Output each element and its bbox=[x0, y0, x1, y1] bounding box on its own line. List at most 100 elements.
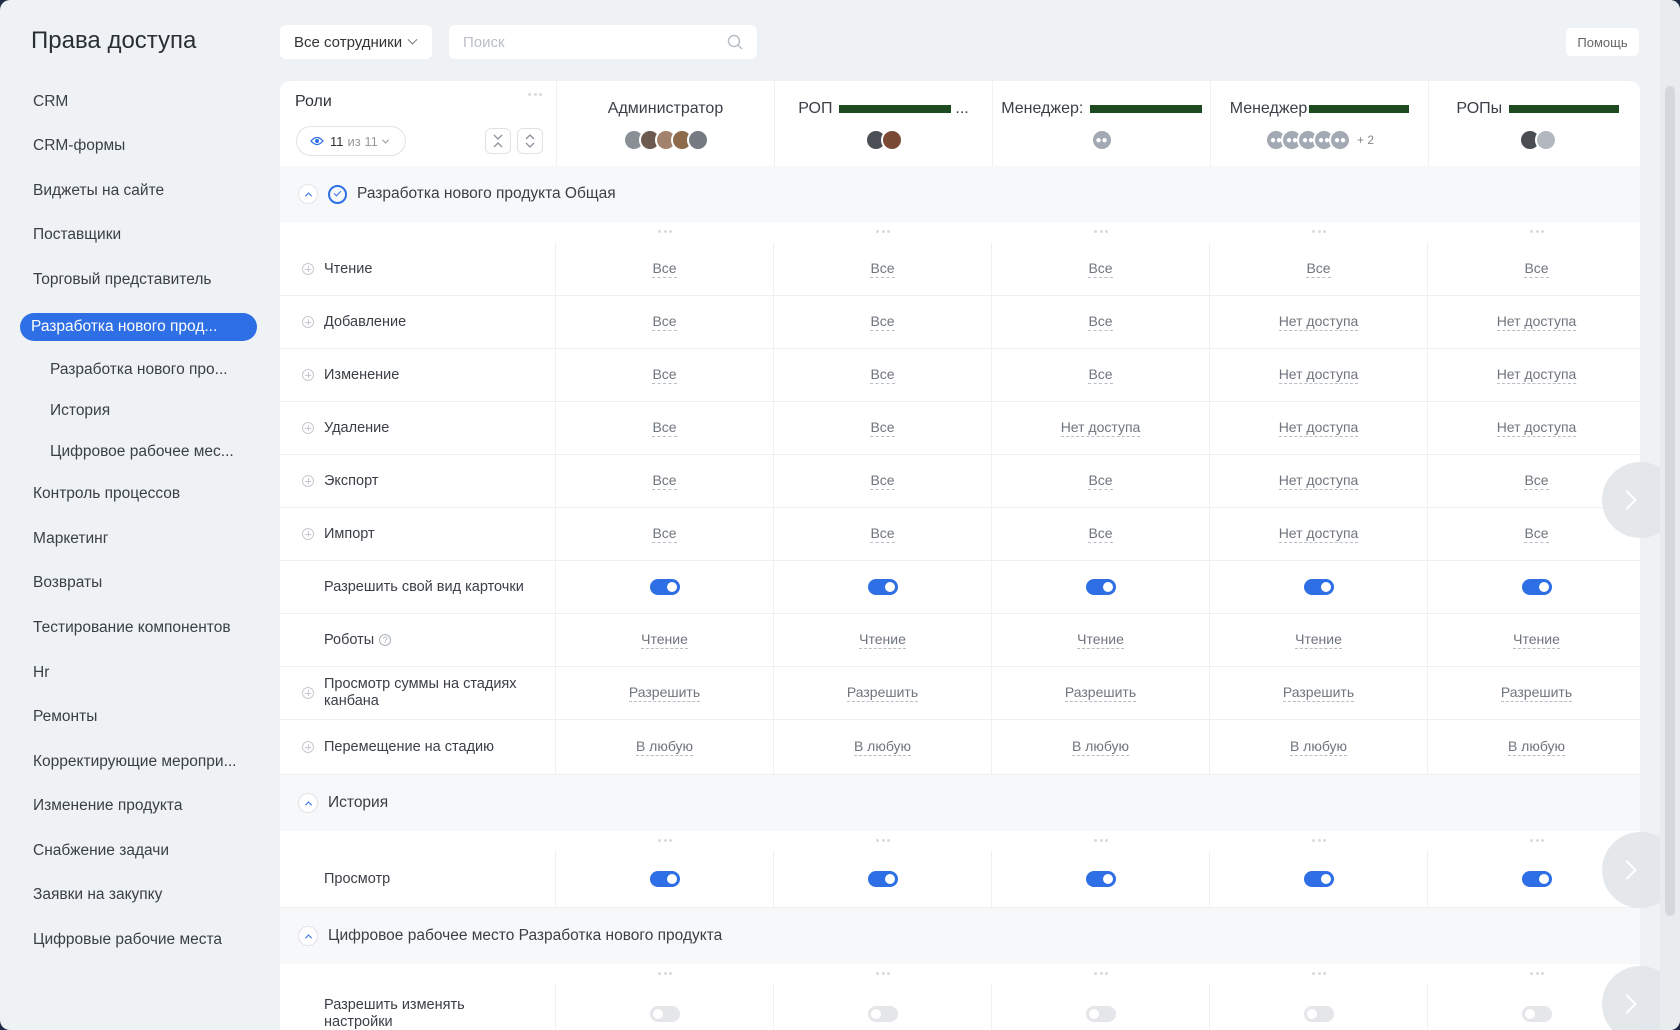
sidebar-item-widgets[interactable]: Виджеты на сайте bbox=[33, 182, 164, 200]
collapse-button[interactable] bbox=[298, 184, 318, 204]
permission-value-dropdown[interactable]: Все bbox=[870, 366, 895, 384]
drag-handle-icon[interactable] bbox=[876, 839, 890, 843]
sidebar-item-hr[interactable]: Hr bbox=[33, 664, 49, 682]
permission-value-dropdown[interactable]: Разрешить bbox=[1064, 684, 1137, 702]
scrollbar-thumb[interactable] bbox=[1665, 86, 1675, 916]
permission-value-dropdown[interactable]: Нет доступа bbox=[1278, 472, 1359, 490]
permission-value-dropdown[interactable]: Чтение bbox=[1077, 631, 1124, 649]
drag-handle-icon[interactable] bbox=[876, 230, 890, 234]
employee-filter-select[interactable]: Все сотрудники bbox=[280, 25, 432, 59]
permission-value-dropdown[interactable]: Все bbox=[1524, 472, 1549, 490]
expand-plus-icon[interactable] bbox=[302, 528, 314, 540]
expand-plus-icon[interactable] bbox=[302, 475, 314, 487]
vertical-scrollbar[interactable] bbox=[1660, 0, 1680, 1030]
permission-value-dropdown[interactable]: Все bbox=[1088, 525, 1113, 543]
permission-value-dropdown[interactable]: Разрешить bbox=[1500, 684, 1573, 702]
permission-value-dropdown[interactable]: Все bbox=[652, 419, 677, 437]
drag-handle-icon[interactable] bbox=[1094, 839, 1108, 843]
permission-value-dropdown[interactable]: В любую bbox=[1507, 738, 1566, 756]
permission-toggle[interactable] bbox=[1303, 871, 1334, 887]
permission-value-dropdown[interactable]: Разрешить bbox=[1282, 684, 1355, 702]
help-button[interactable]: Помощь bbox=[1566, 28, 1639, 56]
permission-value-dropdown[interactable]: Чтение bbox=[1513, 631, 1560, 649]
permission-value-dropdown[interactable]: В любую bbox=[1071, 738, 1130, 756]
role-column-rops[interactable]: РОПы bbox=[1428, 81, 1640, 166]
permission-toggle[interactable] bbox=[1085, 1005, 1116, 1022]
group-icon[interactable]: ●● bbox=[1090, 129, 1113, 151]
permission-toggle[interactable] bbox=[1303, 1005, 1334, 1022]
drag-handle-icon[interactable] bbox=[1094, 230, 1108, 234]
permission-value-dropdown[interactable]: Чтение bbox=[641, 631, 688, 649]
permission-value-dropdown[interactable]: Нет доступа bbox=[1496, 313, 1577, 331]
sidebar-item-process-control[interactable]: Контроль процессов bbox=[33, 485, 180, 503]
drag-handle-icon[interactable] bbox=[658, 972, 672, 976]
permission-value-dropdown[interactable]: Все bbox=[1524, 260, 1549, 278]
permission-value-dropdown[interactable]: Все bbox=[870, 472, 895, 490]
expand-plus-icon[interactable] bbox=[302, 369, 314, 381]
sidebar-item-crm-forms[interactable]: CRM-формы bbox=[33, 137, 125, 155]
permission-toggle[interactable] bbox=[649, 871, 680, 887]
expand-plus-icon[interactable] bbox=[302, 687, 314, 699]
section-header[interactable]: Разработка нового продукта Общая bbox=[280, 166, 1640, 222]
permission-toggle[interactable] bbox=[649, 579, 680, 595]
help-icon[interactable]: ? bbox=[379, 634, 392, 646]
permission-value-dropdown[interactable]: Нет доступа bbox=[1278, 525, 1359, 543]
expand-plus-icon[interactable] bbox=[302, 422, 314, 434]
permission-value-dropdown[interactable]: Все bbox=[1306, 260, 1331, 278]
permission-value-dropdown[interactable]: Разрешить bbox=[628, 684, 701, 702]
permission-toggle[interactable] bbox=[649, 1005, 680, 1022]
sidebar-item-marketing[interactable]: Маркетинг bbox=[33, 530, 108, 548]
drag-handle-icon[interactable] bbox=[658, 230, 672, 234]
permission-toggle[interactable] bbox=[867, 579, 898, 595]
permission-value-dropdown[interactable]: Все bbox=[1088, 366, 1113, 384]
permission-toggle[interactable] bbox=[1303, 579, 1334, 595]
permission-value-dropdown[interactable]: Чтение bbox=[859, 631, 906, 649]
avatar[interactable] bbox=[880, 129, 903, 151]
permission-value-dropdown[interactable]: Все bbox=[870, 313, 895, 331]
permission-toggle[interactable] bbox=[1085, 871, 1116, 887]
permission-value-dropdown[interactable]: Нет доступа bbox=[1060, 419, 1141, 437]
permission-value-dropdown[interactable]: Чтение bbox=[1295, 631, 1342, 649]
permission-value-dropdown[interactable]: Все bbox=[652, 525, 677, 543]
group-icon[interactable]: ●● bbox=[1328, 129, 1351, 151]
drag-handle-icon[interactable] bbox=[1530, 839, 1544, 843]
permission-value-dropdown[interactable]: Все bbox=[870, 525, 895, 543]
sidebar-item-component-testing[interactable]: Тестирование компонентов bbox=[33, 619, 231, 637]
avatar[interactable] bbox=[1534, 129, 1557, 151]
permission-value-dropdown[interactable]: Все bbox=[870, 260, 895, 278]
sidebar-item-digital-workplaces[interactable]: Цифровые рабочие места bbox=[33, 931, 222, 949]
permission-toggle[interactable] bbox=[867, 871, 898, 887]
permission-value-dropdown[interactable]: Нет доступа bbox=[1278, 366, 1359, 384]
section-header[interactable]: Цифровое рабочее место Разработка нового… bbox=[280, 908, 1640, 964]
drag-handle-icon[interactable] bbox=[658, 839, 672, 843]
more-members-count[interactable]: + 2 bbox=[1357, 133, 1374, 147]
sidebar-item-new-product-active[interactable]: Разработка нового прод... bbox=[20, 313, 257, 341]
search-icon[interactable] bbox=[727, 34, 743, 50]
permission-toggle[interactable] bbox=[867, 1005, 898, 1022]
sidebar-item-supply-tasks[interactable]: Снабжение задачи bbox=[33, 842, 169, 860]
sidebar-subitem-digital-workplace[interactable]: Цифровое рабочее мес... bbox=[50, 443, 234, 461]
role-column-manager-1[interactable]: Менеджер: ●● bbox=[992, 81, 1210, 166]
drag-handle-icon[interactable] bbox=[1530, 972, 1544, 976]
permission-value-dropdown[interactable]: Все bbox=[652, 366, 677, 384]
sidebar-subitem-new-product[interactable]: Разработка нового про... bbox=[50, 361, 228, 379]
sidebar-item-sales-rep[interactable]: Торговый представитель bbox=[33, 271, 211, 289]
permission-value-dropdown[interactable]: Все bbox=[1088, 313, 1113, 331]
permission-value-dropdown[interactable]: Все bbox=[652, 313, 677, 331]
drag-handle-icon[interactable] bbox=[1530, 230, 1544, 234]
drag-handle-icon[interactable] bbox=[1312, 972, 1326, 976]
sidebar-item-corrective-actions[interactable]: Корректирующие меропри... bbox=[33, 753, 237, 771]
collapse-button[interactable] bbox=[298, 793, 318, 813]
permission-value-dropdown[interactable]: Все bbox=[1088, 472, 1113, 490]
collapse-all-button[interactable] bbox=[485, 128, 511, 154]
permission-value-dropdown[interactable]: Все bbox=[870, 419, 895, 437]
drag-handle-icon[interactable] bbox=[528, 93, 542, 97]
permission-toggle[interactable] bbox=[1085, 579, 1116, 595]
role-column-manager-2[interactable]: Менеджер ●● ●● ●● ●● ●● + 2 bbox=[1210, 81, 1428, 166]
roles-visibility-selector[interactable]: 11 из 11 bbox=[296, 126, 406, 156]
role-column-rop[interactable]: РОП ... bbox=[774, 81, 992, 166]
section-header[interactable]: История bbox=[280, 775, 1640, 831]
expand-plus-icon[interactable] bbox=[302, 263, 314, 275]
sidebar-item-product-change[interactable]: Изменение продукта bbox=[33, 797, 182, 815]
collapse-button[interactable] bbox=[298, 926, 318, 946]
